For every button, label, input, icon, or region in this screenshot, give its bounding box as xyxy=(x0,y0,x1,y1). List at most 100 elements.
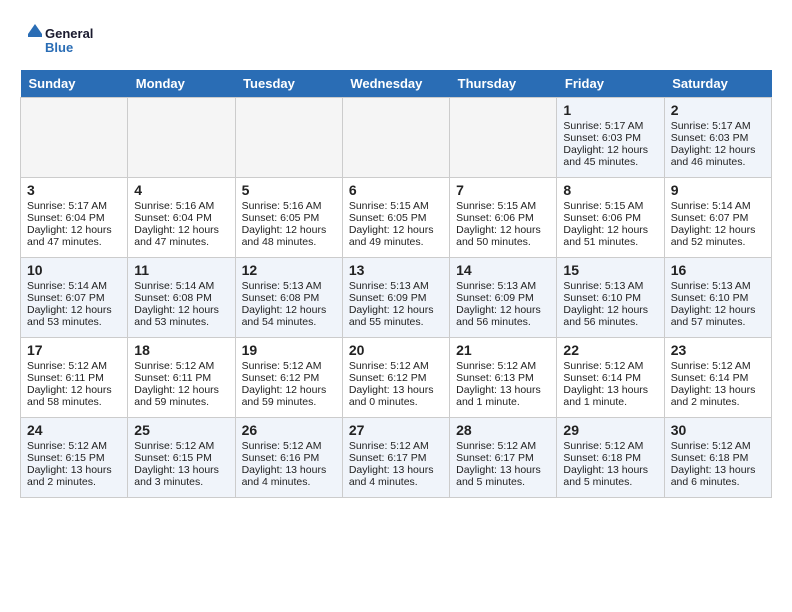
day-number: 23 xyxy=(671,342,765,358)
day-header-sunday: Sunday xyxy=(21,70,128,98)
day-info: and 56 minutes. xyxy=(563,316,657,328)
calendar-cell: 19Sunrise: 5:12 AMSunset: 6:12 PMDayligh… xyxy=(235,338,342,418)
calendar-cell: 15Sunrise: 5:13 AMSunset: 6:10 PMDayligh… xyxy=(557,258,664,338)
day-info: and 47 minutes. xyxy=(27,236,121,248)
calendar-cell: 14Sunrise: 5:13 AMSunset: 6:09 PMDayligh… xyxy=(450,258,557,338)
day-info: and 1 minute. xyxy=(563,396,657,408)
day-info: and 51 minutes. xyxy=(563,236,657,248)
calendar-cell xyxy=(342,98,449,178)
day-info: Sunset: 6:11 PM xyxy=(134,372,228,384)
logo: General Blue xyxy=(20,20,100,60)
calendar-cell: 20Sunrise: 5:12 AMSunset: 6:12 PMDayligh… xyxy=(342,338,449,418)
day-number: 21 xyxy=(456,342,550,358)
day-info: Sunset: 6:06 PM xyxy=(563,212,657,224)
day-info: Daylight: 12 hours xyxy=(242,224,336,236)
week-row-3: 10Sunrise: 5:14 AMSunset: 6:07 PMDayligh… xyxy=(21,258,772,338)
day-info: Daylight: 12 hours xyxy=(563,224,657,236)
day-info: and 59 minutes. xyxy=(242,396,336,408)
calendar-cell: 3Sunrise: 5:17 AMSunset: 6:04 PMDaylight… xyxy=(21,178,128,258)
day-info: Sunrise: 5:12 AM xyxy=(349,440,443,452)
calendar-cell: 12Sunrise: 5:13 AMSunset: 6:08 PMDayligh… xyxy=(235,258,342,338)
day-info: Sunrise: 5:14 AM xyxy=(134,280,228,292)
day-info: Daylight: 12 hours xyxy=(456,304,550,316)
day-number: 29 xyxy=(563,422,657,438)
day-number: 18 xyxy=(134,342,228,358)
day-info: Daylight: 12 hours xyxy=(563,304,657,316)
day-info: Sunrise: 5:15 AM xyxy=(349,200,443,212)
day-info: Sunrise: 5:13 AM xyxy=(671,280,765,292)
day-info: Sunset: 6:15 PM xyxy=(134,452,228,464)
day-info: Sunset: 6:07 PM xyxy=(671,212,765,224)
header-row: SundayMondayTuesdayWednesdayThursdayFrid… xyxy=(21,70,772,98)
week-row-4: 17Sunrise: 5:12 AMSunset: 6:11 PMDayligh… xyxy=(21,338,772,418)
day-info: and 4 minutes. xyxy=(242,476,336,488)
day-info: Daylight: 13 hours xyxy=(134,464,228,476)
day-info: Sunset: 6:03 PM xyxy=(671,132,765,144)
day-number: 14 xyxy=(456,262,550,278)
day-info: Sunrise: 5:12 AM xyxy=(349,360,443,372)
day-info: Daylight: 12 hours xyxy=(456,224,550,236)
day-info: Sunrise: 5:12 AM xyxy=(27,440,121,452)
day-header-friday: Friday xyxy=(557,70,664,98)
day-info: and 46 minutes. xyxy=(671,156,765,168)
day-number: 15 xyxy=(563,262,657,278)
day-number: 22 xyxy=(563,342,657,358)
day-number: 4 xyxy=(134,182,228,198)
calendar-cell: 1Sunrise: 5:17 AMSunset: 6:03 PMDaylight… xyxy=(557,98,664,178)
day-info: Sunset: 6:04 PM xyxy=(134,212,228,224)
day-info: Sunset: 6:14 PM xyxy=(563,372,657,384)
day-info: Daylight: 13 hours xyxy=(671,464,765,476)
day-info: Daylight: 12 hours xyxy=(349,224,443,236)
day-info: Daylight: 13 hours xyxy=(349,464,443,476)
day-info: Daylight: 13 hours xyxy=(242,464,336,476)
calendar-cell: 10Sunrise: 5:14 AMSunset: 6:07 PMDayligh… xyxy=(21,258,128,338)
day-number: 17 xyxy=(27,342,121,358)
day-info: Sunrise: 5:17 AM xyxy=(563,120,657,132)
day-info: and 45 minutes. xyxy=(563,156,657,168)
day-info: Sunrise: 5:12 AM xyxy=(563,440,657,452)
day-info: Sunset: 6:15 PM xyxy=(27,452,121,464)
day-info: and 2 minutes. xyxy=(671,396,765,408)
calendar-cell: 21Sunrise: 5:12 AMSunset: 6:13 PMDayligh… xyxy=(450,338,557,418)
day-info: Sunset: 6:08 PM xyxy=(134,292,228,304)
day-info: Sunset: 6:05 PM xyxy=(349,212,443,224)
day-info: Daylight: 12 hours xyxy=(349,304,443,316)
day-info: and 6 minutes. xyxy=(671,476,765,488)
day-info: and 1 minute. xyxy=(456,396,550,408)
day-info: and 55 minutes. xyxy=(349,316,443,328)
day-info: Daylight: 12 hours xyxy=(134,224,228,236)
day-info: and 3 minutes. xyxy=(134,476,228,488)
page-header: General Blue xyxy=(20,20,772,60)
day-info: Daylight: 13 hours xyxy=(456,464,550,476)
day-info: Sunset: 6:08 PM xyxy=(242,292,336,304)
day-number: 28 xyxy=(456,422,550,438)
calendar-cell: 24Sunrise: 5:12 AMSunset: 6:15 PMDayligh… xyxy=(21,418,128,498)
calendar-cell: 11Sunrise: 5:14 AMSunset: 6:08 PMDayligh… xyxy=(128,258,235,338)
calendar-cell xyxy=(128,98,235,178)
day-info: Daylight: 12 hours xyxy=(671,224,765,236)
logo-svg: General Blue xyxy=(20,20,100,60)
calendar-table: SundayMondayTuesdayWednesdayThursdayFrid… xyxy=(20,70,772,498)
day-info: Sunset: 6:10 PM xyxy=(563,292,657,304)
calendar-cell: 9Sunrise: 5:14 AMSunset: 6:07 PMDaylight… xyxy=(664,178,771,258)
day-info: Sunset: 6:11 PM xyxy=(27,372,121,384)
day-info: Sunrise: 5:12 AM xyxy=(134,440,228,452)
calendar-cell: 8Sunrise: 5:15 AMSunset: 6:06 PMDaylight… xyxy=(557,178,664,258)
day-info: Sunrise: 5:12 AM xyxy=(671,360,765,372)
calendar-cell: 30Sunrise: 5:12 AMSunset: 6:18 PMDayligh… xyxy=(664,418,771,498)
day-number: 9 xyxy=(671,182,765,198)
svg-text:Blue: Blue xyxy=(45,40,73,55)
day-info: and 53 minutes. xyxy=(27,316,121,328)
day-info: Sunrise: 5:12 AM xyxy=(27,360,121,372)
calendar-cell: 2Sunrise: 5:17 AMSunset: 6:03 PMDaylight… xyxy=(664,98,771,178)
day-info: Sunset: 6:06 PM xyxy=(456,212,550,224)
day-info: and 50 minutes. xyxy=(456,236,550,248)
day-info: and 5 minutes. xyxy=(563,476,657,488)
day-info: Daylight: 13 hours xyxy=(563,464,657,476)
day-number: 16 xyxy=(671,262,765,278)
day-info: Sunrise: 5:14 AM xyxy=(27,280,121,292)
calendar-cell: 22Sunrise: 5:12 AMSunset: 6:14 PMDayligh… xyxy=(557,338,664,418)
week-row-2: 3Sunrise: 5:17 AMSunset: 6:04 PMDaylight… xyxy=(21,178,772,258)
day-info: Sunrise: 5:15 AM xyxy=(563,200,657,212)
day-info: Sunset: 6:16 PM xyxy=(242,452,336,464)
